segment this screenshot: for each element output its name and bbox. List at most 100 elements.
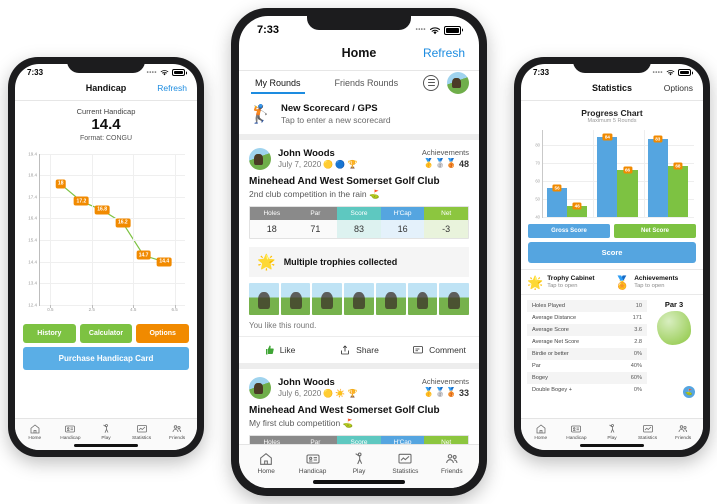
comment-button[interactable]: Comment <box>399 337 479 363</box>
achievements-value: 🥇🥈🥉 33 <box>422 387 469 398</box>
tab-item-statistics[interactable]: Statistics <box>382 451 428 475</box>
tab-item-play[interactable]: Play <box>88 423 124 441</box>
post-date-emojis: 🟡 ☀️ 🏆 <box>323 389 358 398</box>
options-button[interactable]: Options <box>136 323 190 343</box>
tab-item-label: Home <box>28 436 42 441</box>
golfer-add-icon: 🏌️ <box>249 104 272 124</box>
par-badge[interactable]: ⛳ <box>683 386 695 398</box>
tab-item-play[interactable]: Play <box>594 423 630 441</box>
photo-thumbnail[interactable] <box>407 283 438 315</box>
photo-thumbnail[interactable] <box>280 283 311 315</box>
stats-row: Double Bogey + 0% <box>527 384 647 396</box>
photo-thumbnail[interactable] <box>344 283 374 315</box>
trophy-banner[interactable]: 🌟 Multiple trophies collected <box>249 247 469 277</box>
tab-friends-rounds[interactable]: Friends Rounds <box>329 71 405 94</box>
stats-row-label: Average Score <box>532 327 569 333</box>
tab-my-rounds[interactable]: My Rounds <box>249 71 307 94</box>
tab-item-friends[interactable]: Friends <box>429 451 475 475</box>
feed-content: 🏌️ New Scorecard / GPS Tap to enter a new … <box>239 94 479 454</box>
bar-gross-score <box>547 188 568 217</box>
share-button[interactable]: Share <box>319 337 399 363</box>
battery-icon <box>678 69 691 76</box>
refresh-button[interactable]: Refresh <box>157 83 187 93</box>
tab-item-label: Home <box>257 468 275 475</box>
avatar[interactable] <box>249 377 271 399</box>
menu-icon[interactable] <box>423 74 439 91</box>
photo-strip[interactable] <box>239 277 479 319</box>
home-indicator <box>74 444 138 447</box>
options-button[interactable]: Options <box>664 83 693 93</box>
tab-item-label: Handicap <box>60 436 81 441</box>
tab-item-friends[interactable]: Friends <box>159 423 195 441</box>
stats-row-label: Holes Played <box>532 303 565 309</box>
trophy-cabinet-shortcut[interactable]: 🌟 Trophy Cabinet Tap to open <box>527 275 610 289</box>
photo-thumbnail[interactable] <box>312 283 343 315</box>
grid-line <box>40 218 185 220</box>
tab-item-home[interactable]: Home <box>243 451 289 475</box>
tab-item-handicap[interactable]: Handicap <box>53 423 89 441</box>
x-axis-tick-label: 2.5 <box>88 306 95 312</box>
handicap-button-row: History Calculator Options <box>15 320 197 343</box>
bar-value-label: 56 <box>552 184 562 192</box>
tab-item-label: Statistics <box>637 436 658 441</box>
photo-thumbnail[interactable] <box>439 283 470 315</box>
shortcut-row: 🌟 Trophy Cabinet Tap to open 🏅 Achieveme… <box>521 269 703 295</box>
tab-item-statistics[interactable]: Statistics <box>124 423 160 441</box>
post-date-row: July 7, 2020 🟡 🔵 🏆 <box>278 160 357 169</box>
feed-scroll[interactable]: 🏌️ New Scorecard / GPS Tap to enter a new … <box>239 94 479 454</box>
score-table-header: Holes <box>250 207 294 220</box>
post-author: John Woods <box>278 148 335 159</box>
line-chart-series <box>40 154 185 305</box>
trophy-banner-text: Multiple trophies collected <box>283 257 398 267</box>
page-title: Statistics <box>591 83 633 93</box>
calculator-button[interactable]: Calculator <box>79 323 133 343</box>
tab-item-handicap[interactable]: Handicap <box>559 423 595 441</box>
y-axis-tick-label: 16.4 <box>28 215 37 221</box>
photo-thumbnail[interactable] <box>375 283 406 315</box>
home-icon <box>535 423 547 435</box>
score-table-cell: 83 <box>337 220 381 238</box>
segmented-tabs: My Rounds Friends Rounds <box>239 71 479 95</box>
photo-thumbnail[interactable] <box>249 283 279 315</box>
tab-item-statistics[interactable]: Statistics <box>630 423 666 441</box>
history-button[interactable]: History <box>23 323 76 343</box>
home-icon <box>258 451 274 467</box>
score-table-header: Score <box>337 207 381 220</box>
y-axis-tick-label: 18.4 <box>28 172 37 178</box>
post-date-emojis: 🟡 🔵 🏆 <box>323 160 358 169</box>
signal-icon: •••• <box>146 69 157 76</box>
stats-row-value: 0% <box>633 351 642 357</box>
avatar[interactable] <box>249 148 271 170</box>
status-time: 7:33 <box>257 24 280 36</box>
score-table-header: H'Cap <box>380 207 425 220</box>
tab-item-handicap[interactable]: Handicap <box>289 451 335 475</box>
golfer-icon <box>351 451 367 467</box>
y-axis-tick-label: 17.4 <box>28 194 37 200</box>
new-scorecard-row[interactable]: 🏌️ New Scorecard / GPS Tap to enter a new … <box>239 94 479 134</box>
tab-item-label: Play <box>607 436 617 441</box>
notch <box>307 8 411 30</box>
achievements-title: Achievements <box>634 275 679 282</box>
handicap-format: Format: CONGU <box>79 134 133 142</box>
stats-row-value: 60% <box>630 375 642 381</box>
tab-item-home[interactable]: Home <box>523 423 559 441</box>
stats-row-value: 0% <box>633 387 642 393</box>
tab-item-home[interactable]: Home <box>17 423 53 441</box>
like-button[interactable]: Like <box>239 337 319 363</box>
screen-statistics: 7:33 •••• Statistics Options Progress Ch… <box>521 64 703 450</box>
refresh-button[interactable]: Refresh <box>423 46 465 60</box>
achievements-shortcut[interactable]: 🏅 Achievements Tap to open <box>614 275 697 289</box>
stats-table: Holes Played 10 Average Distance 171 Average… <box>527 300 647 396</box>
achievements-label: Achievements <box>421 148 469 157</box>
stats-section: Holes Played 10 Average Distance 171 Average… <box>521 295 703 398</box>
avatar[interactable] <box>447 71 469 94</box>
score-button[interactable]: Score <box>528 242 696 263</box>
tab-item-label: Play <box>101 436 111 441</box>
legend-gross-score[interactable]: Gross Score <box>528 224 610 238</box>
green-shape-icon <box>657 311 691 345</box>
tab-item-play[interactable]: Play <box>336 451 382 475</box>
tab-item-friends[interactable]: Friends <box>665 423 701 441</box>
purchase-handicap-card-button[interactable]: Purchase Handicap Card <box>23 346 189 370</box>
legend-net-score[interactable]: Net Score <box>614 224 696 238</box>
y-axis-tick-label: 60 <box>535 178 540 184</box>
